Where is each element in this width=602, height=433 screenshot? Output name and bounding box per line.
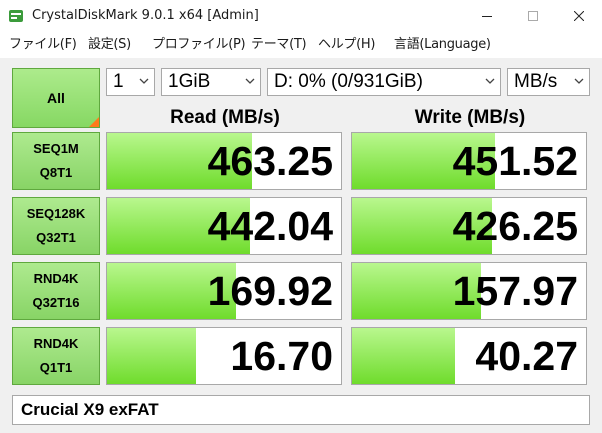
title-bar: CrystalDiskMark 9.0.1 x64 [Admin] — [0, 0, 602, 32]
menu-help[interactable]: ヘルプ(H) — [318, 35, 375, 55]
corner-marker-icon — [89, 117, 99, 127]
seq128k-q32t1-button[interactable]: SEQ128K Q32T1 — [12, 197, 100, 255]
menu-bar: ファイル(F) 設定(S) プロファイル(P) テーマ(T) ヘルプ(H) 言語… — [0, 32, 602, 58]
read-score-bar — [107, 328, 196, 384]
write-value: 426.25 — [452, 203, 578, 249]
write-score-bar — [352, 328, 455, 384]
app-icon — [9, 10, 23, 22]
rnd4k-q1t1-button[interactable]: RND4K Q1T1 — [12, 327, 100, 385]
drive-select[interactable]: D: 0% (0/931GiB) — [267, 68, 501, 96]
test-count-select[interactable]: 1 — [106, 68, 155, 96]
unit-value: MB/s — [514, 71, 558, 92]
read-column-header: Read (MB/s) — [170, 107, 280, 128]
close-button[interactable] — [556, 0, 602, 32]
main-panel: All 1 1GiB D: 0% (0/931GiB) MB/s Read (M… — [0, 58, 602, 433]
menu-file[interactable]: ファイル(F) — [9, 35, 77, 55]
maximize-icon — [528, 11, 538, 21]
write-result-cell: 40.27 — [351, 327, 587, 385]
read-value: 16.70 — [230, 333, 333, 379]
read-result-cell: 442.04 — [106, 197, 342, 255]
write-result-cell: 426.25 — [351, 197, 587, 255]
drive-value: D: 0% (0/931GiB) — [274, 71, 423, 92]
write-value: 157.97 — [452, 268, 578, 314]
test-params: Q32T1 — [36, 230, 76, 245]
read-value: 463.25 — [207, 138, 333, 184]
read-result-cell: 16.70 — [106, 327, 342, 385]
window-title: CrystalDiskMark 9.0.1 x64 [Admin] — [32, 8, 259, 23]
all-button[interactable]: All — [12, 68, 100, 128]
test-name: SEQ1M — [33, 141, 79, 156]
chevron-down-icon — [139, 78, 149, 84]
test-name: RND4K — [33, 336, 79, 351]
all-button-label: All — [47, 90, 65, 106]
write-column-header: Write (MB/s) — [414, 107, 526, 128]
unit-select[interactable]: MB/s — [507, 68, 590, 96]
write-value: 451.52 — [452, 138, 578, 184]
menu-settings[interactable]: 設定(S) — [88, 35, 131, 55]
maximize-button[interactable] — [510, 0, 556, 32]
close-icon — [574, 11, 584, 21]
menu-theme[interactable]: テーマ(T) — [251, 35, 307, 55]
read-result-cell: 463.25 — [106, 132, 342, 190]
seq1m-q8t1-button[interactable]: SEQ1M Q8T1 — [12, 132, 100, 190]
test-count-value: 1 — [113, 71, 124, 92]
minimize-icon — [482, 16, 492, 17]
chevron-down-icon — [574, 78, 584, 84]
menu-profile[interactable]: プロファイル(P) — [152, 35, 246, 55]
menu-language[interactable]: 言語(Language) — [394, 35, 491, 55]
test-name: RND4K — [33, 271, 79, 286]
read-value: 169.92 — [207, 268, 333, 314]
read-result-cell: 169.92 — [106, 262, 342, 320]
chevron-down-icon — [245, 78, 255, 84]
chevron-down-icon — [485, 78, 495, 84]
minimize-button[interactable] — [464, 0, 510, 32]
test-params: Q1T1 — [39, 360, 73, 375]
comment-field[interactable]: Crucial X9 exFAT — [12, 395, 590, 425]
write-result-cell: 157.97 — [351, 262, 587, 320]
test-name: SEQ128K — [26, 206, 86, 221]
rnd4k-q32t16-button[interactable]: RND4K Q32T16 — [12, 262, 100, 320]
write-result-cell: 451.52 — [351, 132, 587, 190]
test-params: Q8T1 — [39, 165, 73, 180]
write-value: 40.27 — [475, 333, 578, 379]
test-size-value: 1GiB — [168, 71, 211, 92]
test-size-select[interactable]: 1GiB — [161, 68, 261, 96]
test-params: Q32T16 — [32, 295, 80, 310]
read-value: 442.04 — [207, 203, 333, 249]
